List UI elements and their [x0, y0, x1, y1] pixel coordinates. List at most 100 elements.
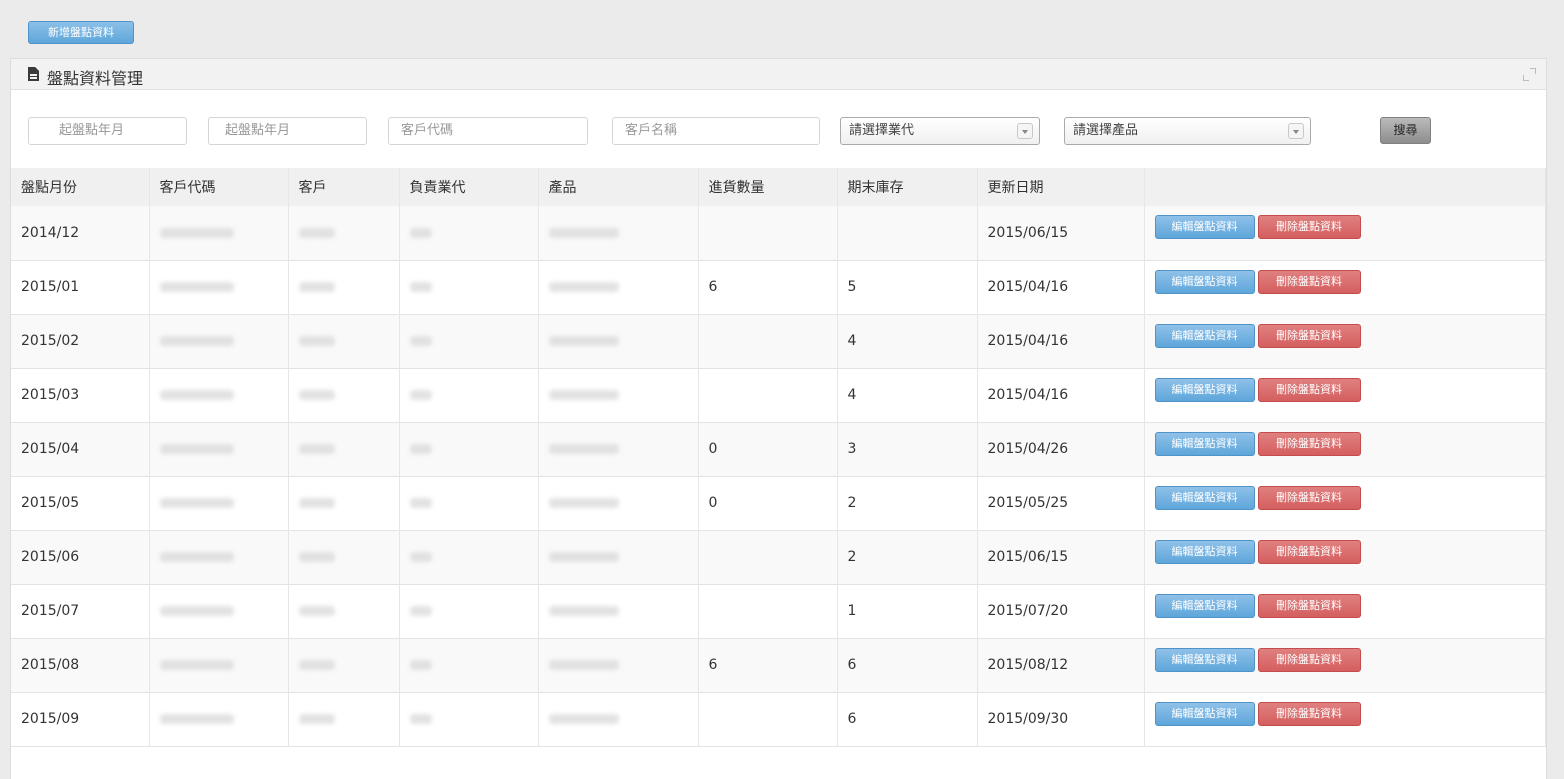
- delete-inventory-button[interactable]: 刪除盤點資料: [1257, 431, 1361, 456]
- cell-customer: [288, 584, 400, 638]
- agent-select-value: 請選擇業代: [849, 123, 915, 138]
- redacted-agent: [409, 444, 432, 454]
- delete-inventory-button[interactable]: 刪除盤點資料: [1257, 269, 1361, 294]
- chevron-down-icon: [1288, 123, 1304, 139]
- cell-customer: [288, 422, 400, 476]
- table-row: 2015/08 6 6 2015/08/12 編輯盤點資料 刪除盤點資料: [11, 638, 1546, 692]
- edit-inventory-button[interactable]: 編輯盤點資料: [1154, 269, 1255, 294]
- cell-customer-code: [149, 692, 289, 746]
- header-agent: 負責業代: [399, 168, 539, 206]
- redacted-agent: [409, 390, 432, 400]
- cell-customer-code: [149, 368, 289, 422]
- customer-name-input[interactable]: 客戶名稱: [612, 117, 820, 145]
- cell-updated-date: 2015/04/16: [977, 314, 1145, 368]
- delete-inventory-button[interactable]: 刪除盤點資料: [1257, 647, 1361, 672]
- redacted-customer-code: [159, 227, 234, 238]
- delete-inventory-button[interactable]: 刪除盤點資料: [1257, 215, 1361, 239]
- cell-month: 2015/05: [11, 476, 150, 530]
- delete-inventory-button[interactable]: 刪除盤點資料: [1257, 377, 1361, 402]
- delete-inventory-button[interactable]: 刪除盤點資料: [1257, 701, 1361, 726]
- delete-inventory-button[interactable]: 刪除盤點資料: [1257, 323, 1361, 348]
- redacted-customer: [298, 714, 335, 724]
- customer-code-input[interactable]: 客戶代碼: [388, 117, 588, 145]
- cell-customer: [288, 206, 400, 260]
- cell-customer: [288, 638, 400, 692]
- redacted-product: [548, 336, 619, 346]
- cell-agent: [399, 260, 539, 314]
- redacted-agent: [409, 606, 432, 616]
- cell-agent: [399, 368, 539, 422]
- search-button[interactable]: 搜尋: [1380, 117, 1431, 144]
- cell-customer-code: [149, 314, 289, 368]
- cell-month: 2015/02: [11, 314, 150, 368]
- start-month-input-2[interactable]: 起盤點年月: [208, 117, 367, 145]
- cell-agent: [399, 314, 539, 368]
- edit-inventory-button[interactable]: 編輯盤點資料: [1154, 539, 1255, 564]
- cell-month: 2015/01: [11, 260, 150, 314]
- edit-inventory-button[interactable]: 編輯盤點資料: [1154, 431, 1255, 456]
- cell-product: [538, 584, 699, 638]
- cell-ending-stock: 6: [837, 638, 978, 692]
- redacted-product: [548, 444, 619, 454]
- redacted-customer: [298, 552, 335, 562]
- delete-inventory-button[interactable]: 刪除盤點資料: [1257, 593, 1361, 618]
- header-ending-stock: 期末庫存: [837, 168, 978, 206]
- redacted-customer-code: [159, 336, 234, 346]
- cell-ending-stock: 3: [837, 422, 978, 476]
- cell-ending-stock: 5: [837, 260, 978, 314]
- table-row: 2015/04 0 3 2015/04/26 編輯盤點資料 刪除盤點資料: [11, 422, 1546, 476]
- cell-updated-date: 2015/04/16: [977, 368, 1145, 422]
- redacted-agent: [409, 282, 432, 292]
- edit-inventory-button[interactable]: 編輯盤點資料: [1154, 485, 1255, 510]
- cell-ending-stock: 2: [837, 530, 978, 584]
- expand-icon[interactable]: [1523, 68, 1536, 81]
- filter-bar: 起盤點年月 起盤點年月 客戶代碼 客戶名稱 請選擇業代 請選擇產品 搜尋: [11, 90, 1546, 167]
- header-incoming-qty: 進貨數量: [698, 168, 838, 206]
- inventory-panel: 盤點資料管理 起盤點年月 起盤點年月 客戶代碼 客戶名稱 請選擇業代 請選擇產品…: [10, 58, 1547, 779]
- start-month-input-1[interactable]: 起盤點年月: [28, 117, 187, 145]
- redacted-customer-code: [159, 714, 234, 724]
- redacted-customer-code: [159, 282, 234, 292]
- edit-inventory-button[interactable]: 編輯盤點資料: [1154, 323, 1255, 348]
- redacted-agent: [409, 227, 432, 238]
- cell-incoming-qty: [698, 584, 838, 638]
- edit-inventory-button[interactable]: 編輯盤點資料: [1154, 647, 1255, 672]
- redacted-customer: [298, 444, 335, 454]
- redacted-customer: [298, 227, 335, 238]
- cell-incoming-qty: 6: [698, 638, 838, 692]
- inventory-table: 盤點月份 客戶代碼 客戶 負責業代 產品 進貨數量 期末庫存 更新日期 2014…: [11, 168, 1546, 747]
- redacted-product: [548, 390, 619, 400]
- redacted-customer-code: [159, 390, 234, 400]
- cell-product: [538, 422, 699, 476]
- redacted-customer: [298, 498, 335, 508]
- cell-product: [538, 638, 699, 692]
- cell-updated-date: 2015/09/30: [977, 692, 1145, 746]
- product-select-value: 請選擇產品: [1073, 123, 1139, 138]
- cell-ending-stock: 2: [837, 476, 978, 530]
- product-select[interactable]: 請選擇產品: [1064, 117, 1311, 145]
- redacted-product: [548, 660, 619, 670]
- cell-actions: 編輯盤點資料 刪除盤點資料: [1144, 476, 1546, 530]
- redacted-product: [548, 606, 619, 616]
- add-inventory-button[interactable]: 新增盤點資料: [28, 21, 134, 44]
- cell-agent: [399, 692, 539, 746]
- cell-ending-stock: 1: [837, 584, 978, 638]
- cell-month: 2015/07: [11, 584, 150, 638]
- cell-customer: [288, 260, 400, 314]
- redacted-agent: [409, 498, 432, 508]
- edit-inventory-button[interactable]: 編輯盤點資料: [1154, 701, 1255, 726]
- delete-inventory-button[interactable]: 刪除盤點資料: [1257, 485, 1361, 510]
- cell-actions: 編輯盤點資料 刪除盤點資料: [1144, 584, 1546, 638]
- cell-actions: 編輯盤點資料 刪除盤點資料: [1144, 530, 1546, 584]
- cell-month: 2015/06: [11, 530, 150, 584]
- cell-actions: 編輯盤點資料 刪除盤點資料: [1144, 422, 1546, 476]
- cell-incoming-qty: [698, 530, 838, 584]
- edit-inventory-button[interactable]: 編輯盤點資料: [1154, 593, 1255, 618]
- delete-inventory-button[interactable]: 刪除盤點資料: [1257, 539, 1361, 564]
- cell-customer-code: [149, 584, 289, 638]
- edit-inventory-button[interactable]: 編輯盤點資料: [1154, 377, 1255, 402]
- agent-select[interactable]: 請選擇業代: [840, 117, 1040, 145]
- table-row: 2015/09 6 2015/09/30 編輯盤點資料 刪除盤點資料: [11, 692, 1546, 746]
- edit-inventory-button[interactable]: 編輯盤點資料: [1154, 215, 1255, 239]
- table-row: 2014/12 2015/06/15 編輯盤點資料 刪除盤點資料: [11, 206, 1546, 260]
